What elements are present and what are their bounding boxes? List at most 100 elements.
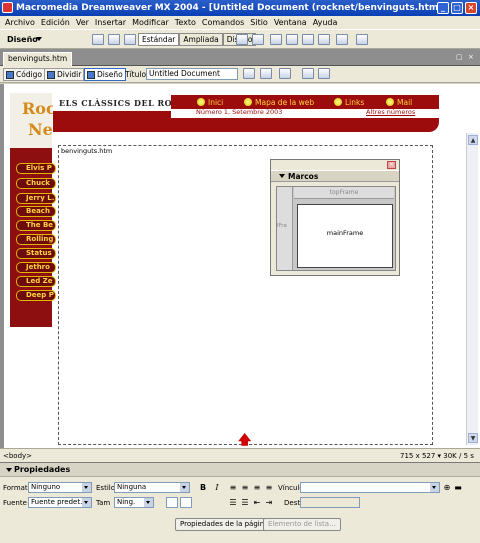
scroll-down-button[interactable]: ▼ [468,433,478,443]
close-icon[interactable]: × [387,161,396,169]
previous-issues-link[interactable]: Altres números [366,108,415,116]
menu-sitio[interactable]: Sitio [247,18,271,27]
list-item-button[interactable]: Elemento de lista... [263,518,341,531]
debug-icon[interactable] [279,68,291,79]
frames-panel: × Marcos lFra topFrame mainFrame [270,159,400,276]
preview-browser-icon[interactable] [260,68,272,79]
link-input[interactable] [300,482,440,493]
title-bar: Macromedia Dreamweaver MX 2004 - [Untitl… [0,0,480,16]
file-management-icon[interactable] [243,68,255,79]
menu-ayuda[interactable]: Ayuda [310,18,341,27]
frames-panel-header[interactable]: Marcos [271,170,399,182]
unordered-list-icon[interactable]: ☰ [228,498,238,508]
insert-row-below-icon[interactable] [286,34,298,45]
color-input[interactable] [180,497,192,508]
outdent-icon[interactable]: ⇤ [252,498,262,508]
sidebar-item-rolling[interactable]: Rolling [16,234,56,245]
minimize-button[interactable]: _ [437,2,449,14]
view-options-icon[interactable] [318,68,330,79]
style-select[interactable]: Ninguna [114,482,190,493]
menu-ventana[interactable]: Ventana [271,18,310,27]
nav-inici[interactable]: Inici [208,98,223,107]
align-left-icon[interactable]: ≡ [228,483,238,493]
bold-button[interactable]: B [198,483,208,493]
refresh-icon[interactable] [302,68,314,79]
frame-icon[interactable] [124,34,136,45]
layer-icon[interactable] [108,34,120,45]
justify-icon[interactable]: ≡ [264,483,274,493]
point-to-file-icon[interactable]: ⊕ [442,483,452,493]
left-frame-item[interactable]: lFra [277,187,293,270]
format-select[interactable]: Ninguno [28,482,92,493]
color-swatch[interactable] [166,497,178,508]
indent-icon[interactable]: ⇥ [264,498,274,508]
nav-mapa[interactable]: Mapa de la web [255,98,314,107]
italic-button[interactable]: I [212,483,222,493]
main-frame-item[interactable]: mainFrame [297,204,393,268]
font-label: Fuente [3,499,27,507]
sidebar-item-jerry[interactable]: Jerry L. [16,193,56,204]
size-select[interactable]: Ning. [114,497,154,508]
draw-cell-icon[interactable] [252,34,264,45]
properties-panel: Propiedades Formato Ninguno Estilo Ningu… [0,462,480,543]
restore-icon[interactable]: ▢ [456,53,463,61]
tab-ampliada[interactable]: Ampliada [179,33,223,46]
vertical-scrollbar[interactable]: ▲ ▼ [466,133,478,445]
insert-row-above-icon[interactable] [270,34,282,45]
sidebar-item-status[interactable]: Status [16,248,56,259]
sidebar-item-deeppurple[interactable]: Deep P [16,290,56,301]
site-nav-bar: Inici Mapa de la web Links Mail [171,95,439,109]
tag-selector[interactable]: <body> [3,452,32,460]
nav-links[interactable]: Links [345,98,364,107]
bullet-icon [386,98,394,106]
ordered-list-icon[interactable]: ☰ [240,498,250,508]
sidebar-item-ledzep[interactable]: Led Ze [16,276,56,287]
top-frame-item[interactable]: topFrame [294,187,394,199]
menu-ver[interactable]: Ver [73,18,92,27]
sidebar-item-chuck[interactable]: Chuck [16,178,56,189]
header-accent [53,111,171,118]
sidebar-item-beatles[interactable]: The Be [16,220,56,231]
issue-text: Número 1, Setembre 2003 [196,108,283,116]
menu-texto[interactable]: Texto [172,18,199,27]
window-size-info[interactable]: 715 x 527 ▾ 30K / 5 s [400,452,474,460]
menu-insertar[interactable]: Insertar [92,18,129,27]
code-view-button[interactable]: Código [3,68,46,81]
split-view-button[interactable]: Dividir [44,68,85,81]
maximize-button[interactable]: □ [451,2,463,14]
tab-estandar[interactable]: Estándar [138,33,180,46]
size-label: Tam [96,499,111,507]
menu-comandos[interactable]: Comandos [199,18,247,27]
align-center-icon[interactable]: ≡ [240,483,250,493]
menu-archivo[interactable]: Archivo [2,18,38,27]
tab-benvinguts[interactable]: benvinguts.htm [3,52,73,66]
menu-modificar[interactable]: Modificar [129,18,172,27]
menu-edicion[interactable]: Edición [38,18,73,27]
insert-column-right-icon[interactable] [318,34,330,45]
frames-icon[interactable] [336,34,348,45]
properties-header[interactable]: Propiedades [0,463,480,477]
nav-mail[interactable]: Mail [397,98,412,107]
sidebar-item-beach[interactable]: Beach [16,206,56,217]
close-button[interactable]: × [465,2,477,14]
close-document-icon[interactable]: × [468,53,474,61]
document-title-input[interactable]: Untitled Document [146,68,238,80]
sidebar-item-elvis[interactable]: Elvis P [16,163,56,174]
target-select[interactable] [300,497,360,508]
sidebar-item-jethro[interactable]: Jethro [16,262,56,273]
header-red-bar [53,118,439,132]
table-icon[interactable] [92,34,104,45]
bullet-icon [244,98,252,106]
insert-category-dropdown[interactable]: Diseño [7,35,38,44]
chevron-down-icon[interactable] [36,37,42,41]
design-view-button[interactable]: Diseño [84,68,126,81]
collapse-triangle-icon [279,174,285,178]
align-right-icon[interactable]: ≡ [252,483,262,493]
frameset-icon[interactable] [356,34,368,45]
font-select[interactable]: Fuente predet. [28,497,92,508]
insert-column-left-icon[interactable] [302,34,314,45]
scroll-up-button[interactable]: ▲ [468,135,478,145]
draw-table-icon[interactable] [236,34,248,45]
folder-icon[interactable]: ▬ [453,483,463,493]
dreamweaver-app-icon [2,2,13,13]
